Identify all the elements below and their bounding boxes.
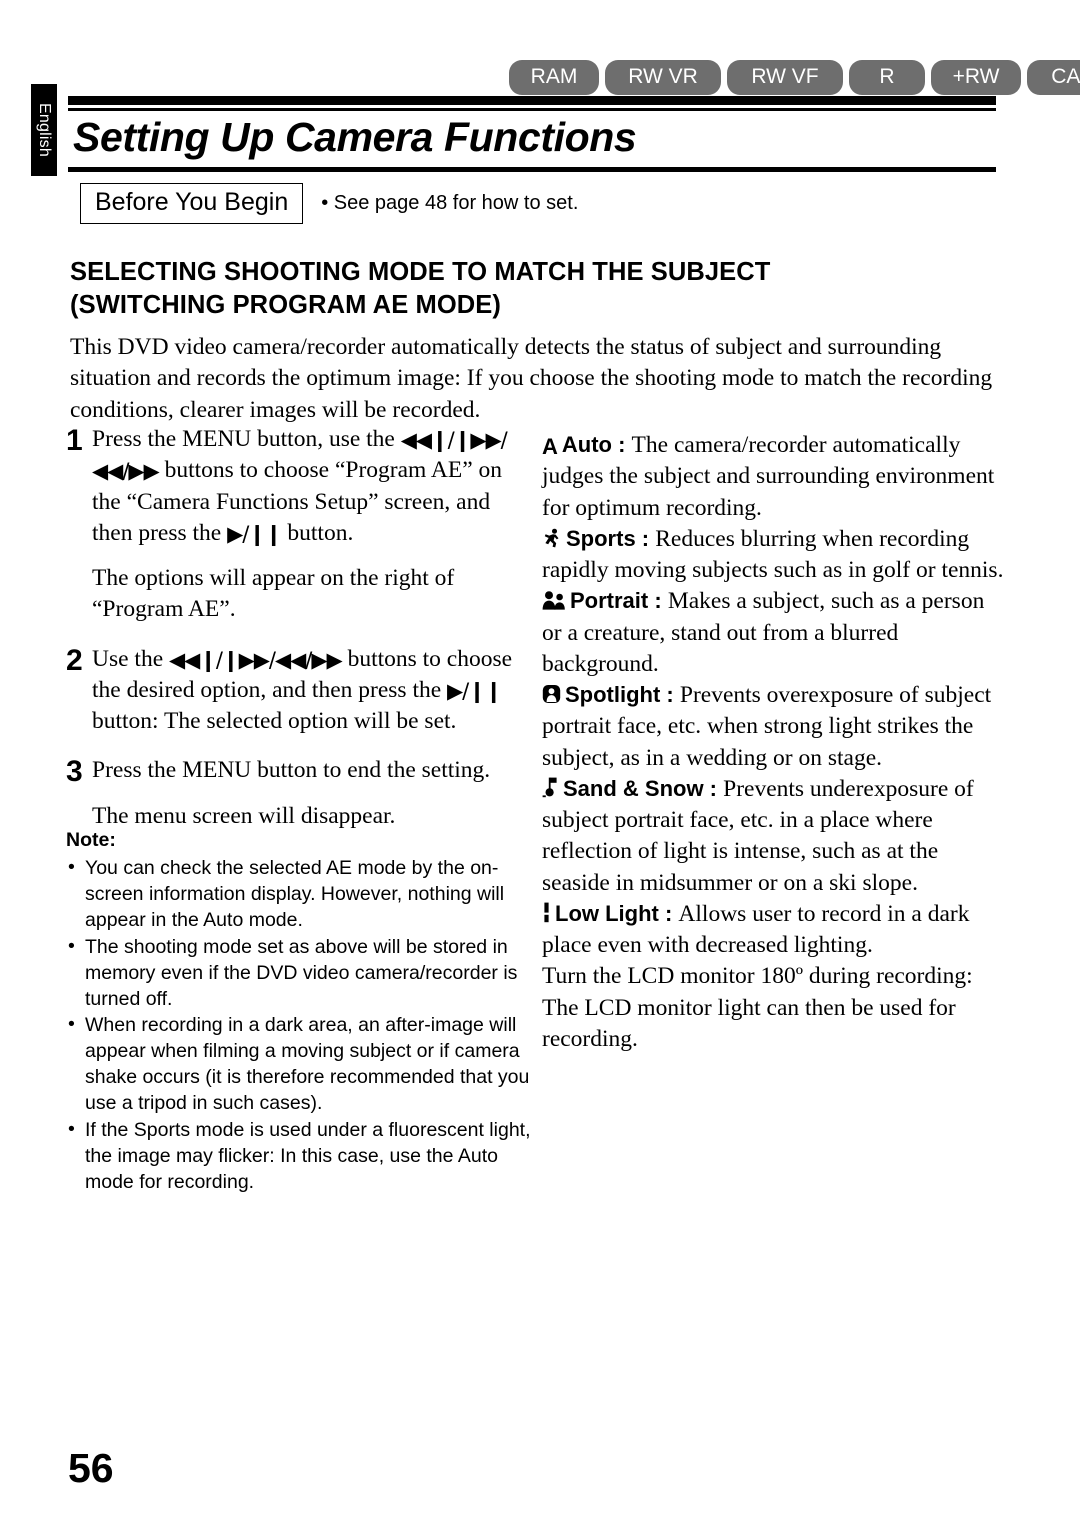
- skip-forward-icon: ❙▶▶: [453, 428, 502, 452]
- mode-separator: :: [648, 588, 668, 614]
- slash-separator: /: [500, 428, 508, 452]
- mode-low-light: Low Light : Allows user to record in a d…: [542, 899, 1004, 962]
- mode-sports: Sports : Reduces blurring when recording…: [542, 524, 1004, 587]
- fast-forward-icon: ▶▶: [311, 647, 342, 672]
- step-1-subtext: The options will appear on the right of …: [92, 565, 455, 623]
- mode-separator: :: [635, 525, 656, 551]
- mode-separator: :: [611, 432, 632, 457]
- step-2-text: Use the ◀◀❙/❙▶▶/◀◀/▶▶ buttons to choose …: [92, 644, 526, 738]
- badge-card: CARD: [1027, 60, 1080, 95]
- language-tab-label: English: [36, 103, 53, 157]
- note-block: Note: You can check the selected AE mode…: [66, 828, 534, 1197]
- note-item: You can check the selected AE mode by th…: [66, 855, 534, 934]
- section-heading-line-2: (SWITCHING PROGRAM AE MODE): [70, 290, 501, 319]
- rewind-icon: ◀◀: [274, 647, 306, 672]
- mode-auto: A Auto : The camera/recorder automaticall…: [542, 430, 1004, 524]
- mode-sand-snow: Sand & Snow : Prevents underexposure of …: [542, 774, 1004, 899]
- step-1-text-part-1: Press the MENU button, use the: [92, 426, 401, 452]
- low-light-icon: [542, 901, 551, 922]
- page-title: Setting Up Camera Functions: [73, 114, 637, 160]
- mode-separator: :: [658, 900, 679, 926]
- step-1-text: Press the MENU button, use the ◀◀❙/❙▶▶/◀…: [92, 424, 526, 549]
- running-person-icon: [542, 526, 562, 548]
- media-format-badges: RAM RW VR RW VF R +RW CARD: [509, 60, 1080, 95]
- skip-forward-icon: ❙▶▶: [222, 647, 270, 672]
- skip-back-icon: ◀◀❙: [400, 428, 449, 452]
- play-pause-icon: ▶/❙❙: [227, 521, 282, 546]
- mode-auto-name: Auto: [561, 432, 612, 457]
- step-1: 1 Press the MENU button, use the ◀◀❙ /❙▶▶…: [66, 424, 526, 549]
- step-1-text-part-3: button.: [281, 519, 354, 546]
- mode-low-light-name: Low Light: [555, 900, 659, 926]
- step-1-number: 1: [66, 424, 83, 457]
- mode-separator: :: [703, 775, 724, 801]
- steps-column: 1 Press the MENU button, use the ◀◀❙/❙▶▶…: [66, 424, 526, 851]
- mode-sand-snow-name: Sand & Snow: [563, 775, 704, 801]
- mode-portrait: Portrait : Makes a subject, such as a pe…: [542, 586, 1004, 680]
- step-2-text-part-3: button: The selected option will be set.: [92, 708, 457, 734]
- closing-paragraph: Turn the LCD monitor 180º during recordi…: [542, 963, 973, 1052]
- title-rule-bottom: [68, 167, 996, 173]
- step-3-text: Press the MENU button to end the setting…: [92, 757, 491, 784]
- step-3-number: 3: [66, 755, 83, 789]
- note-item: When recording in a dark area, an after-…: [66, 1012, 534, 1117]
- before-you-begin-box: Before You Begin: [80, 183, 304, 224]
- step-2-number: 2: [66, 643, 83, 677]
- step-2: 2 Use the ◀◀❙/❙▶▶/◀◀/▶▶ buttons to choos…: [66, 644, 526, 738]
- section-heading-line-1: SELECTING SHOOTING MODE TO MATCH THE SUB…: [70, 258, 771, 286]
- language-tab: English: [31, 84, 57, 176]
- spotlight-icon: [542, 682, 561, 703]
- badge-ram: RAM: [509, 60, 599, 95]
- page-number: 56: [68, 1445, 114, 1491]
- badge-r: R: [849, 60, 925, 95]
- two-people-icon: [542, 588, 566, 610]
- program-ae-modes-column: A Auto : The camera/recorder automaticall…: [542, 430, 1004, 1055]
- note-item: The shooting mode set as above will be s…: [66, 934, 534, 1013]
- note-title: Note:: [66, 829, 116, 851]
- play-pause-icon: ▶/❙❙: [447, 678, 502, 703]
- mode-spotlight-name: Spotlight: [565, 682, 661, 707]
- step-2-text-part-1: Use the: [92, 645, 170, 672]
- mode-spotlight: Spotlight : Prevents overexposure of sub…: [542, 680, 1004, 774]
- mode-sports-name: Sports: [566, 525, 636, 551]
- badge-plus-rw: +RW: [931, 60, 1021, 95]
- skip-back-icon: ◀◀❙: [169, 647, 217, 672]
- page-header: Setting Up Camera Functions: [68, 96, 996, 173]
- rewind-icon: ◀◀: [92, 459, 123, 484]
- before-you-begin-note: • See page 48 for how to set.: [321, 192, 579, 214]
- section-heading: SELECTING SHOOTING MODE TO MATCH THE SUB…: [70, 256, 950, 321]
- letter-a-icon: A: [542, 434, 558, 459]
- note-list: You can check the selected AE mode by th…: [66, 855, 534, 1196]
- before-you-begin: Before You Begin • See page 48 for how t…: [80, 183, 578, 224]
- fast-forward-icon: ▶▶: [128, 459, 159, 484]
- sand-snow-icon: [542, 776, 559, 797]
- section-intro-paragraph: This DVD video camera/recorder automatic…: [70, 334, 993, 423]
- badge-rw-vr: RW VR: [605, 60, 721, 95]
- note-item: If the Sports mode is used under a fluor…: [66, 1117, 534, 1196]
- title-rule-thick: [68, 96, 996, 105]
- badge-rw-vf: RW VF: [727, 60, 843, 95]
- mode-separator: :: [660, 682, 680, 707]
- step-3: 3 Press the MENU button to end the setti…: [66, 755, 526, 787]
- mode-portrait-name: Portrait: [570, 588, 649, 614]
